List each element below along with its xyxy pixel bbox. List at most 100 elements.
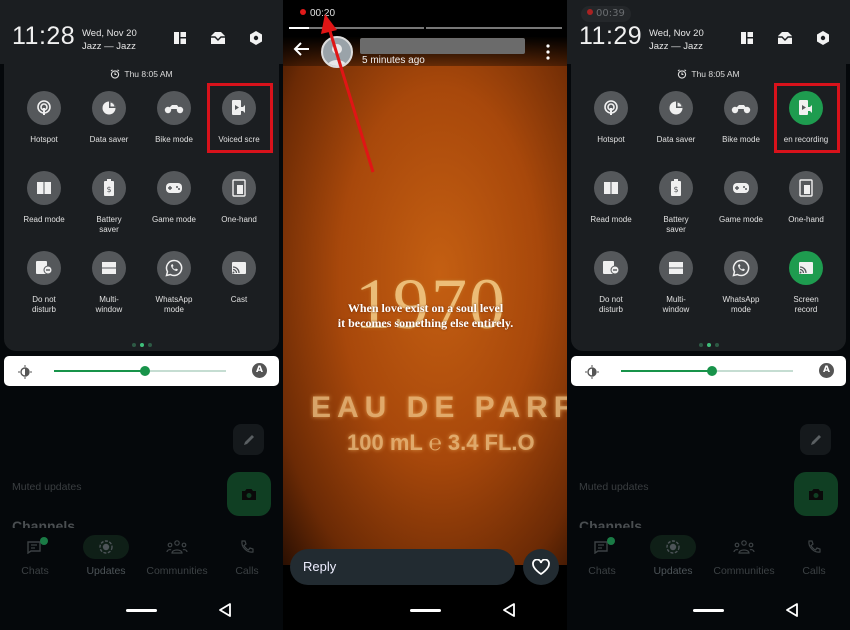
tile-read-mode[interactable]: Read mode [11,171,77,225]
nav-tab-communities[interactable]: Communities [142,535,212,577]
brightness-slider-thumb[interactable] [140,366,151,376]
brightness-slider[interactable] [621,366,793,376]
tile-hotspot[interactable]: Hotspot [578,91,644,145]
recording-indicator[interactable]: 00:39 [581,6,631,22]
next-alarm[interactable]: Thu 8:05 AM [571,69,846,79]
home-gesture-bar[interactable] [693,609,724,612]
tile-battery-saver[interactable]: $ Battery saver [643,171,709,235]
edit-tiles-icon[interactable] [740,30,756,46]
gamepad-icon [724,171,758,205]
alarm-clock-icon [678,69,687,79]
tile-label: Data saver [89,135,129,144]
multi-window-icon [659,251,693,285]
edit-tiles-icon[interactable] [173,30,189,46]
settings-icon[interactable] [248,30,264,46]
screenshot-stage: Muted updates Channels Chats Updates Communi… [0,0,850,630]
system-nav-bar [0,596,283,624]
tile-multi-window[interactable]: Multi- window [643,251,709,315]
do-not-disturb-icon [594,251,628,285]
hotspot-icon [594,91,628,125]
story-image-label: EAU DE PARFU [311,391,568,424]
tile-game-mode[interactable]: Game mode [141,171,207,225]
system-back-icon[interactable] [218,602,232,621]
tile-read-mode[interactable]: Read mode [578,171,644,225]
recording-time: 00:39 [596,8,625,19]
nav-tab-calls[interactable]: Calls [779,535,849,577]
page-dot[interactable] [698,343,703,347]
nav-tab-chats[interactable]: Chats [567,535,637,577]
brightness-slider[interactable] [54,366,226,376]
tile-label: Read mode [23,215,65,224]
quick-settings-panel: Thu 8:05 AM Hotspot Data saver Bike mode en … [571,64,846,351]
tile-whatsapp-mode[interactable]: WhatsApp mode [141,251,207,315]
tile-one-hand[interactable]: One-hand [206,171,272,225]
camera-button[interactable] [794,472,838,516]
nav-tab-label: Communities [713,565,775,577]
auto-brightness-button[interactable]: A [819,363,834,378]
edit-status-button[interactable] [800,424,831,455]
tile-bike-mode[interactable]: Bike mode [708,91,774,145]
tile-label: Data saver [656,135,696,144]
date: Wed, Nov 20 [82,28,137,39]
system-back-icon[interactable] [502,602,516,621]
nav-tab-calls[interactable]: Calls [212,535,282,577]
tile-cast[interactable]: Cast [206,251,272,305]
inbox-icon[interactable] [777,30,793,46]
page-dot[interactable] [706,343,711,347]
edit-status-button[interactable] [233,424,264,455]
chats-icon [567,535,637,559]
bottom-nav: Chats Updates Communities Calls [567,535,850,585]
tile-multi-window[interactable]: Multi- window [76,251,142,315]
tile-label: Screen record [793,295,819,314]
nav-tab-chats[interactable]: Chats [0,535,70,577]
date: Wed, Nov 20 [649,28,704,39]
whatsapp-icon [157,251,191,285]
page-dot[interactable] [147,343,152,347]
tile-do-not-disturb[interactable]: Do not disturb [578,251,644,315]
annotation-arrow-icon [321,14,375,173]
tile-data-saver[interactable]: Data saver [76,91,142,145]
brightness-slider-thumb[interactable] [707,366,718,376]
tile-battery-saver[interactable]: $ Battery saver [76,171,142,235]
alarm-clock-icon [111,69,120,79]
tile-data-saver[interactable]: Data saver [643,91,709,145]
bottom-nav: Chats Updates Communities Calls [0,535,283,585]
nav-tab-updates[interactable]: Updates [638,535,708,577]
next-alarm[interactable]: Thu 8:05 AM [4,69,279,79]
system-back-icon[interactable] [785,602,799,621]
phone-quick-settings-after: Muted updates Channels Chats Updates Communi… [567,0,850,630]
tile-game-mode[interactable]: Game mode [708,171,774,225]
nav-tab-communities[interactable]: Communities [709,535,779,577]
page-dot[interactable] [714,343,719,347]
pencil-icon [243,434,254,445]
clock: 11:29 [579,22,643,50]
tile-label: Hotspot [30,135,58,144]
auto-brightness-button[interactable]: A [252,363,267,378]
tile-one-hand[interactable]: One-hand [773,171,839,225]
page-dot[interactable] [131,343,136,347]
nav-tab-updates[interactable]: Updates [71,535,141,577]
tile-label: Game mode [718,215,764,224]
like-heart-button[interactable] [523,549,559,585]
tile-bike-mode[interactable]: Bike mode [141,91,207,145]
battery-saver-icon: $ [92,171,126,205]
story-image-volume: 100 mL ℮ 3.4 FL.O [347,430,535,455]
inbox-icon[interactable] [210,30,226,46]
chats-icon [0,535,70,559]
home-gesture-bar[interactable] [410,609,441,612]
system-nav-bar [567,596,850,624]
camera-button[interactable] [227,472,271,516]
tile-label: Hotspot [597,135,625,144]
tile-do-not-disturb[interactable]: Do not disturb [11,251,77,315]
camera-icon [242,489,256,500]
settings-icon[interactable] [815,30,831,46]
tile-screen-record[interactable]: Screen record [773,251,839,315]
page-dot[interactable] [139,343,144,347]
nav-tab-label: Chats [21,565,49,577]
reply-input[interactable]: Reply [290,549,515,585]
home-gesture-bar[interactable] [126,609,157,612]
tile-hotspot[interactable]: Hotspot [11,91,77,145]
battery-saver-icon: $ [659,171,693,205]
do-not-disturb-icon [27,251,61,285]
tile-whatsapp-mode[interactable]: WhatsApp mode [708,251,774,315]
